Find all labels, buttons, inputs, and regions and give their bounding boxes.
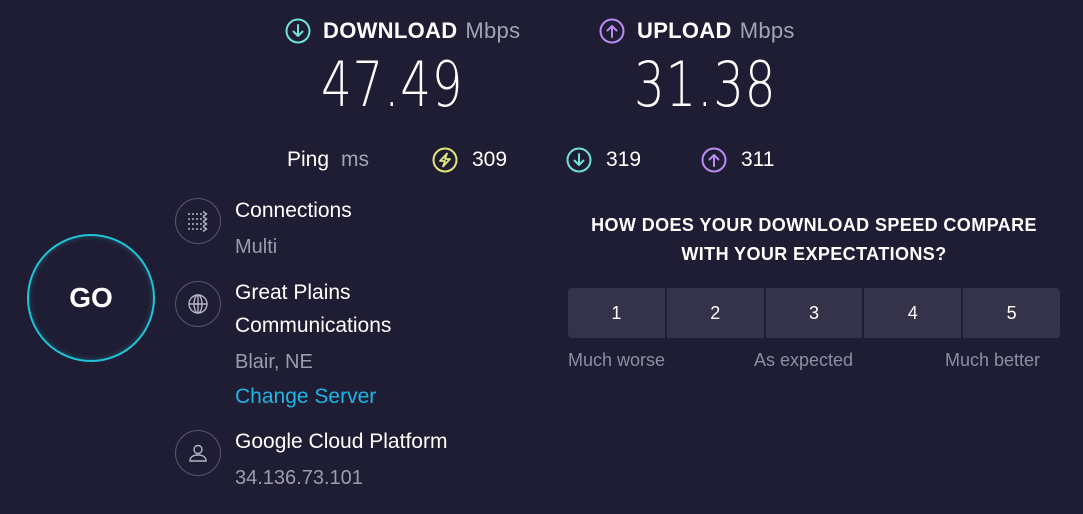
connections-value: Multi — [235, 236, 278, 258]
go-button[interactable]: GO — [27, 234, 155, 362]
server-name-line2: Communications — [235, 314, 392, 337]
change-server-link[interactable]: Change Server — [235, 385, 376, 409]
upload-unit: Mbps — [739, 18, 795, 43]
host-user-icon — [175, 430, 221, 476]
survey-question-line1: HOW DOES YOUR DOWNLOAD SPEED COMPARE — [591, 215, 1037, 235]
globe-icon — [188, 294, 208, 314]
upload-value: 31.38 — [634, 48, 777, 121]
connections-title: Connections — [235, 199, 352, 222]
ping-label-group: Ping ms — [287, 148, 369, 172]
ping-upload: 311 — [701, 147, 774, 173]
user-icon — [189, 444, 207, 462]
ping-label: Ping — [287, 148, 330, 171]
rating-option-1[interactable]: 1 — [568, 288, 665, 338]
rating-scale: 1 2 3 4 5 — [568, 288, 1060, 338]
rating-option-3[interactable]: 3 — [763, 288, 863, 338]
rating-option-2[interactable]: 2 — [664, 288, 764, 338]
download-unit: Mbps — [465, 18, 521, 43]
download-label: DOWNLOAD — [323, 18, 458, 43]
download-header: DOWNLOAD Mbps — [285, 18, 520, 44]
host-ip: 34.136.73.101 — [235, 467, 363, 489]
download-latency-icon — [566, 147, 592, 173]
rating-low-label: Much worse — [568, 350, 666, 370]
multi-connection-arrows-icon — [188, 210, 208, 233]
upload-header: UPLOAD Mbps — [599, 18, 795, 44]
ping-idle: 309 — [432, 147, 507, 173]
ping-download: 319 — [566, 147, 641, 173]
ping-upload-value: 311 — [741, 148, 775, 171]
rating-option-4[interactable]: 4 — [862, 288, 962, 338]
connections-icon[interactable] — [175, 198, 221, 244]
ping-download-value: 319 — [606, 148, 642, 171]
idle-latency-icon — [432, 147, 458, 173]
host-name: Google Cloud Platform — [235, 430, 448, 453]
server-name: Great Plains Communications — [235, 276, 391, 342]
server-location: Blair, NE — [235, 351, 313, 373]
server-name-line1: Great Plains — [235, 281, 351, 304]
upload-label: UPLOAD — [637, 18, 732, 43]
survey-question-line2: WITH YOUR EXPECTATIONS? — [681, 244, 947, 264]
survey-question: HOW DOES YOUR DOWNLOAD SPEED COMPARE WIT… — [566, 211, 1062, 269]
rating-high-label: Much better — [945, 350, 1041, 370]
ping-idle-value: 309 — [472, 148, 508, 171]
rating-mid-label: As expected — [754, 350, 854, 370]
download-arrow-icon — [285, 18, 311, 44]
upload-latency-icon — [701, 147, 727, 173]
rating-option-5[interactable]: 5 — [961, 288, 1060, 338]
server-globe-icon — [175, 281, 221, 327]
upload-arrow-icon — [599, 18, 625, 44]
download-value: 47.49 — [321, 48, 464, 121]
ping-unit: ms — [341, 148, 370, 171]
